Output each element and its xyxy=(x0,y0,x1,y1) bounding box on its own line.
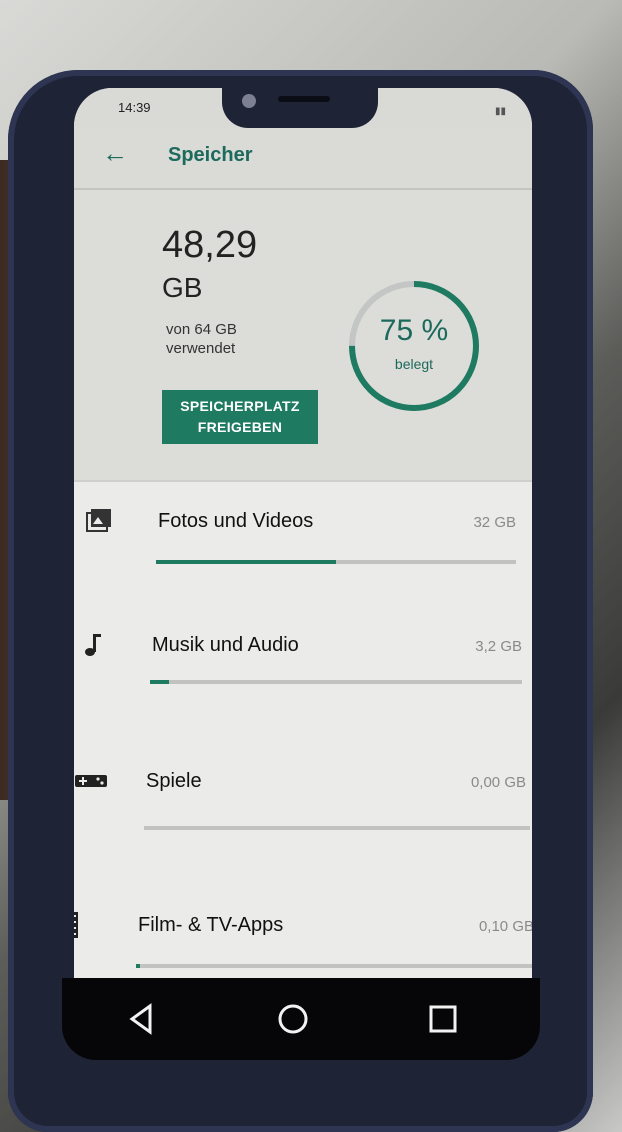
category-bar-fill xyxy=(150,680,169,684)
category-label: Spiele xyxy=(146,770,202,792)
music-note-icon xyxy=(85,634,101,656)
used-description: von 64 GB verwendet xyxy=(166,321,237,357)
usage-label: belegt xyxy=(394,356,434,372)
category-bar xyxy=(136,964,532,968)
battery-icon: ▮▮ xyxy=(494,106,506,117)
category-bar-fill xyxy=(156,560,336,564)
display-notch xyxy=(222,88,378,128)
used-amount: 48,29 xyxy=(162,224,258,266)
category-games[interactable]: Spiele 0,00 GB xyxy=(74,748,532,878)
free-space-button[interactable]: SPEICHERPLATZ FREIGEBEN xyxy=(162,390,318,444)
used-unit: GB xyxy=(162,272,203,303)
usage-percent: 75 % xyxy=(379,314,449,347)
page-title: Speicher xyxy=(168,144,253,166)
status-bar: 14:39 ▮▮ xyxy=(74,88,532,128)
navigation-bar xyxy=(62,978,540,1060)
back-arrow-icon[interactable]: ← xyxy=(102,138,128,169)
category-photos[interactable]: Fotos und Videos 32 GB xyxy=(74,488,532,618)
category-size: 3,2 GB xyxy=(475,638,522,655)
category-label: Musik und Audio xyxy=(152,634,299,656)
category-bar-fill xyxy=(136,964,140,968)
recents-square-icon[interactable] xyxy=(424,1000,462,1038)
earpiece-speaker xyxy=(278,96,330,102)
category-bar xyxy=(144,826,530,830)
front-camera xyxy=(242,94,256,108)
film-icon xyxy=(74,912,78,938)
category-label: Fotos und Videos xyxy=(158,510,314,532)
category-bar xyxy=(150,680,522,684)
storage-summary: 48,29 GB von 64 GB verwendet SPEICHERPLA… xyxy=(74,190,532,480)
category-list: Fotos und Videos 32 GB Musik und Audio 3… xyxy=(74,480,532,978)
category-size: 0,10 GB xyxy=(478,918,532,935)
usage-gauge: 75 % belegt xyxy=(344,276,484,416)
status-time: 14:39 xyxy=(118,100,151,115)
category-size: 0,00 GB xyxy=(470,774,526,791)
back-triangle-icon[interactable] xyxy=(122,1000,160,1038)
category-label: Film- & TV-Apps xyxy=(138,914,284,936)
category-size: 32 GB xyxy=(473,514,516,531)
category-bar xyxy=(156,560,516,564)
gamepad-icon xyxy=(75,775,107,787)
category-film-tv[interactable]: Film- & TV-Apps 0,10 GB xyxy=(74,892,532,978)
category-music[interactable]: Musik und Audio 3,2 GB xyxy=(74,612,532,742)
photo-icon xyxy=(86,509,111,532)
phone-screen: 14:39 ▮▮ ← Speicher 48,29 GB von 64 GB v… xyxy=(74,88,532,978)
home-circle-icon[interactable] xyxy=(274,1000,312,1038)
app-bar: ← Speicher xyxy=(74,128,532,190)
